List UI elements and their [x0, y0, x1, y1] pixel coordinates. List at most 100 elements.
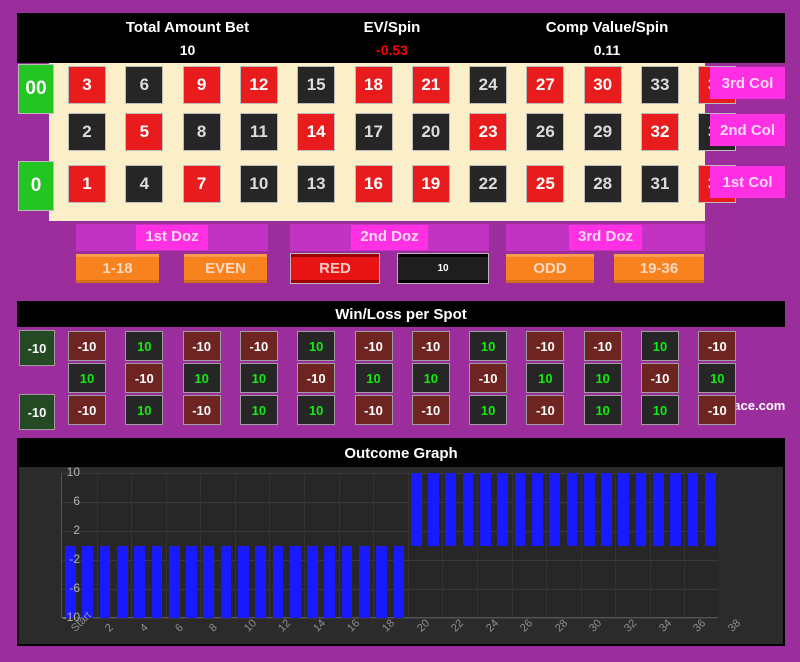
number-cell-4[interactable]: 4	[125, 165, 163, 203]
winloss-cell: -10	[355, 395, 393, 425]
winloss-cell: -10	[641, 363, 679, 393]
graph-bar	[100, 546, 111, 619]
graph-xtick-label: 4	[138, 622, 151, 635]
number-cell-18[interactable]: 18	[355, 66, 393, 104]
graph-vgridline	[166, 473, 167, 617]
number-cell-20[interactable]: 20	[412, 113, 450, 151]
graph-vgridline	[304, 473, 305, 617]
winloss-cell: -10	[183, 395, 221, 425]
dozen-bet-3rd-doz[interactable]: 3rd Doz	[506, 224, 705, 251]
winloss-cell: -10	[526, 395, 564, 425]
winloss-cell: 10	[240, 395, 278, 425]
winloss-cell: 10	[125, 331, 163, 361]
graph-vgridline	[546, 473, 547, 617]
graph-bar	[169, 546, 180, 619]
graph-xtick-label: 2	[103, 622, 116, 635]
number-cell-16[interactable]: 16	[355, 165, 393, 203]
number-cell-17[interactable]: 17	[355, 113, 393, 151]
graph-xtick-label: 16	[345, 617, 362, 634]
number-cell-23[interactable]: 23	[469, 113, 507, 151]
graph-vgridline	[408, 473, 409, 617]
column-bet-3rd-col[interactable]: 3rd Col	[710, 67, 785, 99]
outside-bet-red[interactable]: RED	[291, 254, 379, 283]
winloss-cell: -10	[412, 331, 450, 361]
outside-bet-19-36[interactable]: 19-36	[614, 254, 704, 283]
number-cell-13[interactable]: 13	[297, 165, 335, 203]
number-cell-26[interactable]: 26	[526, 113, 564, 151]
graph-ytick-label: 2	[46, 523, 80, 537]
graph-bar	[273, 546, 284, 619]
black-bet-chip[interactable]: 10	[398, 254, 488, 283]
graph-vgridline	[477, 473, 478, 617]
number-cell-29[interactable]: 29	[584, 113, 622, 151]
graph-bar	[636, 473, 647, 546]
winloss-cell: 10	[584, 363, 622, 393]
number-cell-19[interactable]: 19	[412, 165, 450, 203]
graph-vgridline	[615, 473, 616, 617]
dozen-label: 3rd Doz	[569, 225, 642, 250]
graph-bar	[186, 546, 197, 619]
number-cell-9[interactable]: 9	[183, 66, 221, 104]
number-cell-6[interactable]: 6	[125, 66, 163, 104]
winloss-cell: -10	[125, 363, 163, 393]
graph-xtick-label: 38	[726, 617, 743, 634]
column-bet-2nd-col[interactable]: 2nd Col	[710, 114, 785, 146]
number-cell-10[interactable]: 10	[240, 165, 278, 203]
number-cell-33[interactable]: 33	[641, 66, 679, 104]
graph-ytick-label: 6	[46, 494, 80, 508]
graph-xtick-label: 36	[691, 617, 708, 634]
outside-bet-1-18[interactable]: 1-18	[76, 254, 159, 283]
graph-bar	[497, 473, 508, 546]
graph-bar	[428, 473, 439, 546]
winloss-cell: 10	[641, 331, 679, 361]
dozen-bet-1st-doz[interactable]: 1st Doz	[76, 224, 268, 251]
number-cell-32[interactable]: 32	[641, 113, 679, 151]
dozen-bet-2nd-doz[interactable]: 2nd Doz	[290, 224, 489, 251]
number-cell-7[interactable]: 7	[183, 165, 221, 203]
dozen-label: 1st Doz	[136, 225, 207, 250]
graph-bar	[515, 473, 526, 546]
graph-bar	[532, 473, 543, 546]
number-cell-27[interactable]: 27	[526, 66, 564, 104]
number-cell-31[interactable]: 31	[641, 165, 679, 203]
winloss-cell: 10	[297, 395, 335, 425]
winloss-cell: 10	[469, 395, 507, 425]
graph-bar	[134, 546, 145, 619]
graph-ytick-label: -2	[46, 552, 80, 566]
number-cell-28[interactable]: 28	[584, 165, 622, 203]
number-cell-25[interactable]: 25	[526, 165, 564, 203]
number-cell-3[interactable]: 3	[68, 66, 106, 104]
outside-bet-even[interactable]: EVEN	[184, 254, 267, 283]
winloss-cell: 10	[526, 363, 564, 393]
number-cell-21[interactable]: 21	[412, 66, 450, 104]
graph-xtick-label: 30	[587, 617, 604, 634]
number-cell-15[interactable]: 15	[297, 66, 335, 104]
outcome-graph-title: Outcome Graph	[19, 440, 783, 467]
outside-bet-odd[interactable]: ODD	[506, 254, 594, 283]
winloss-cell: -10	[68, 331, 106, 361]
winloss-cell: -10	[355, 331, 393, 361]
graph-xtick-label: 10	[242, 617, 259, 634]
graph-bar	[445, 473, 456, 546]
number-cell-22[interactable]: 22	[469, 165, 507, 203]
zero-cell-0[interactable]: 0	[18, 161, 54, 211]
winloss-cell: -10	[240, 331, 278, 361]
number-cell-11[interactable]: 11	[240, 113, 278, 151]
number-cell-14[interactable]: 14	[297, 113, 335, 151]
number-cell-8[interactable]: 8	[183, 113, 221, 151]
graph-bar	[82, 546, 93, 619]
stat-label: Total Amount Bet	[80, 13, 295, 40]
graph-vgridline	[97, 473, 98, 617]
winloss-cell: -10	[698, 331, 736, 361]
column-bet-1st-col[interactable]: 1st Col	[710, 166, 785, 198]
number-cell-5[interactable]: 5	[125, 113, 163, 151]
graph-vgridline	[684, 473, 685, 617]
number-cell-24[interactable]: 24	[469, 66, 507, 104]
number-cell-2[interactable]: 2	[68, 113, 106, 151]
graph-xtick-label: 18	[380, 617, 397, 634]
number-cell-12[interactable]: 12	[240, 66, 278, 104]
number-cell-30[interactable]: 30	[584, 66, 622, 104]
zero-cell-00[interactable]: 00	[18, 64, 54, 114]
number-cell-1[interactable]: 1	[68, 165, 106, 203]
winloss-cell: -10	[469, 363, 507, 393]
